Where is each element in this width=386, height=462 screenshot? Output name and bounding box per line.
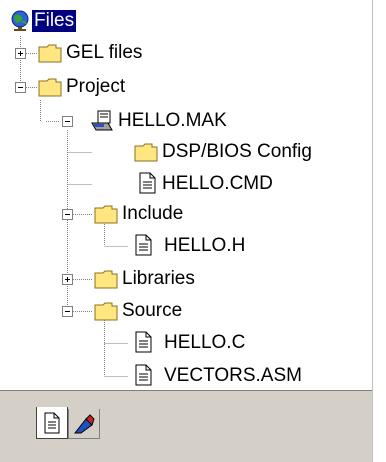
folder-icon <box>94 302 118 321</box>
folder-icon <box>94 205 118 224</box>
document-icon <box>135 331 152 353</box>
tab-bookmarks[interactable] <box>68 409 100 439</box>
folder-icon <box>94 270 118 289</box>
document-icon <box>135 364 152 386</box>
tree-label-include[interactable]: Include <box>122 203 183 225</box>
file-view-tab-icon <box>44 412 60 433</box>
document-icon <box>135 234 152 256</box>
pane-right-edge <box>372 0 386 462</box>
collapse-toggle-hello-mak[interactable] <box>62 116 73 127</box>
tree-label-gel-files[interactable]: GEL files <box>66 42 142 64</box>
view-tab-strip <box>0 390 372 462</box>
tree-label-libraries[interactable]: Libraries <box>122 268 195 290</box>
project-file-tree: Files GEL files Project HELLO.MAK DSP/BI… <box>0 0 372 390</box>
document-icon <box>139 172 156 194</box>
collapse-toggle-source[interactable] <box>62 306 73 317</box>
folder-icon <box>134 143 158 162</box>
project-file-icon <box>91 110 113 131</box>
expand-toggle-gel-files[interactable] <box>15 48 26 59</box>
tree-label-dsp-bios-config[interactable]: DSP/BIOS Config <box>162 141 312 163</box>
collapse-toggle-project[interactable] <box>15 82 26 93</box>
tree-label-hello-h[interactable]: HELLO.H <box>164 235 245 257</box>
collapse-toggle-include[interactable] <box>62 209 73 220</box>
tree-label-project[interactable]: Project <box>66 76 125 98</box>
bookmarks-tab-icon <box>73 413 95 433</box>
tree-label-vectors-asm[interactable]: VECTORS.ASM <box>164 365 302 387</box>
folder-icon <box>38 78 62 97</box>
tree-label-hello-cmd[interactable]: HELLO.CMD <box>162 173 273 195</box>
folder-icon <box>38 44 62 63</box>
tab-file-view[interactable] <box>36 407 68 439</box>
globe-icon <box>11 10 29 31</box>
tree-label-source[interactable]: Source <box>122 300 182 322</box>
tree-label-hello-c[interactable]: HELLO.C <box>164 332 245 354</box>
expand-toggle-libraries[interactable] <box>62 274 73 285</box>
tree-label-hello-mak[interactable]: HELLO.MAK <box>118 110 227 132</box>
tree-label-files[interactable]: Files <box>32 10 77 32</box>
